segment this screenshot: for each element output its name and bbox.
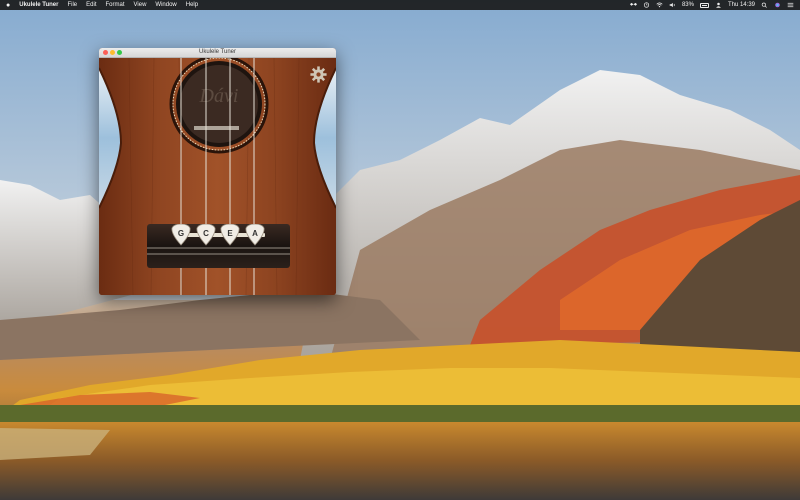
- menu-help[interactable]: Help: [186, 2, 198, 8]
- menu-edit[interactable]: Edit: [86, 2, 96, 8]
- ukulele-tuner-window: Ukulele Tuner Dávi G C E A: [99, 48, 336, 295]
- wifi-icon[interactable]: [656, 2, 663, 8]
- string-g-button[interactable]: G: [171, 224, 191, 246]
- string-e-button[interactable]: E: [220, 224, 240, 246]
- menu-file[interactable]: File: [67, 2, 77, 8]
- time-machine-icon[interactable]: [643, 2, 650, 8]
- menu-window[interactable]: Window: [155, 2, 176, 8]
- menu-format[interactable]: Format: [105, 2, 124, 8]
- apple-icon[interactable]: ●: [6, 2, 10, 9]
- battery-icon[interactable]: [699, 2, 709, 8]
- siri-icon[interactable]: [774, 2, 781, 8]
- notification-center-icon[interactable]: [787, 2, 794, 8]
- menu-bar: ● Ukulele Tuner File Edit Format View Wi…: [0, 0, 800, 10]
- svg-text:Dávi: Dávi: [199, 85, 239, 107]
- search-icon[interactable]: [761, 2, 768, 8]
- string-e-label: E: [227, 229, 233, 238]
- menu-app-name[interactable]: Ukulele Tuner: [19, 2, 58, 8]
- string-c-label: C: [203, 229, 209, 238]
- dropbox-icon[interactable]: [629, 2, 637, 8]
- gear-icon[interactable]: [310, 66, 327, 83]
- ukulele-body-illustration: Dávi: [99, 58, 336, 295]
- window-title: Ukulele Tuner: [198, 49, 237, 55]
- string-a-label: A: [252, 229, 258, 238]
- volume-icon[interactable]: [669, 2, 676, 8]
- string-c-button[interactable]: C: [196, 224, 216, 246]
- menu-view[interactable]: View: [134, 2, 147, 8]
- clock[interactable]: Thu 14:39: [728, 2, 755, 8]
- window-titlebar[interactable]: Ukulele Tuner: [99, 48, 336, 58]
- battery-percent: 83%: [681, 2, 694, 8]
- string-a-button[interactable]: A: [245, 224, 265, 246]
- string-g-label: G: [177, 229, 185, 238]
- user-icon[interactable]: [715, 2, 722, 8]
